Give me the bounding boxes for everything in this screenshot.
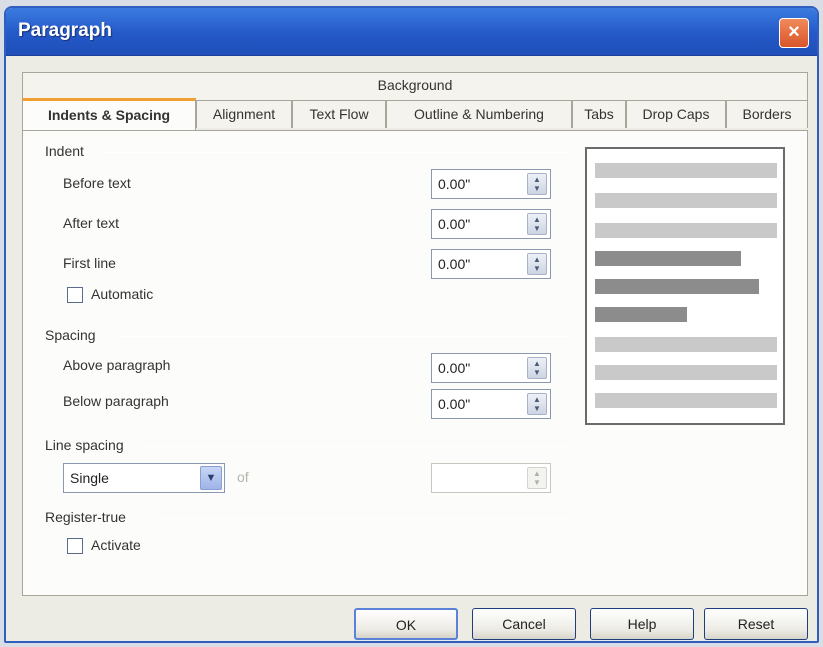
paragraph-preview xyxy=(585,147,785,425)
preview-line xyxy=(595,163,777,178)
spacing-divider xyxy=(115,336,567,337)
spacing-group-title: Spacing xyxy=(45,327,96,343)
automatic-checkbox[interactable] xyxy=(67,287,83,303)
chevron-down-icon[interactable]: ▼ xyxy=(200,466,222,490)
preview-line xyxy=(595,393,777,408)
spin-arrows-icon[interactable]: ▲ ▼ xyxy=(527,173,547,195)
preview-line xyxy=(595,193,777,208)
activate-checkbox[interactable] xyxy=(67,538,83,554)
tab-borders[interactable]: Borders xyxy=(726,100,808,128)
preview-line xyxy=(595,365,777,380)
spin-arrows-icon[interactable]: ▲ ▼ xyxy=(527,393,547,415)
register-true-divider xyxy=(159,518,567,519)
first-line-label: First line xyxy=(63,255,116,271)
before-text-stepper[interactable]: 0.00" ▲ ▼ xyxy=(431,169,551,199)
preview-line-current xyxy=(595,307,687,322)
tab-tabs[interactable]: Tabs xyxy=(572,100,626,128)
below-paragraph-label: Below paragraph xyxy=(63,393,169,409)
first-line-value: 0.00" xyxy=(438,256,471,272)
spin-arrows-icon[interactable]: ▲ ▼ xyxy=(527,467,547,489)
tab-background-label: Background xyxy=(377,77,453,93)
tab-indents-spacing[interactable]: Indents & Spacing xyxy=(22,98,196,130)
above-paragraph-stepper[interactable]: 0.00" ▲ ▼ xyxy=(431,353,551,383)
line-spacing-divider xyxy=(145,446,567,447)
automatic-label: Automatic xyxy=(91,286,154,302)
line-spacing-stepper[interactable]: ▲ ▼ xyxy=(431,463,551,493)
tab-drop-caps[interactable]: Drop Caps xyxy=(626,100,726,128)
indents-spacing-panel: Indent Before text 0.00" ▲ ▼ After text 0… xyxy=(22,130,808,596)
cancel-button[interactable]: Cancel xyxy=(472,608,576,640)
spin-arrows-icon[interactable]: ▲ ▼ xyxy=(527,253,547,275)
below-paragraph-stepper[interactable]: 0.00" ▲ ▼ xyxy=(431,389,551,419)
spin-arrows-icon[interactable]: ▲ ▼ xyxy=(527,213,547,235)
ok-button[interactable]: OK xyxy=(354,608,458,640)
after-text-stepper[interactable]: 0.00" ▲ ▼ xyxy=(431,209,551,239)
register-true-group-title: Register-true xyxy=(45,509,126,525)
title-bar: Paragraph × xyxy=(6,8,817,56)
line-spacing-value: Single xyxy=(70,470,109,486)
preview-line xyxy=(595,223,777,238)
after-text-label: After text xyxy=(63,215,120,231)
preview-line xyxy=(595,337,777,352)
before-text-value: 0.00" xyxy=(438,176,471,192)
below-paragraph-value: 0.00" xyxy=(438,396,471,412)
line-spacing-select[interactable]: Single ▼ xyxy=(63,463,225,493)
preview-line-current xyxy=(595,279,759,294)
tab-background[interactable]: Background xyxy=(22,72,808,100)
line-spacing-group-title: Line spacing xyxy=(45,437,124,453)
above-paragraph-value: 0.00" xyxy=(438,360,471,376)
indent-divider xyxy=(99,152,567,153)
above-paragraph-label: Above paragraph xyxy=(63,357,171,373)
close-icon: × xyxy=(788,21,800,43)
tab-outline-numbering[interactable]: Outline & Numbering xyxy=(386,100,572,128)
tab-alignment[interactable]: Alignment xyxy=(196,100,292,128)
first-line-stepper[interactable]: 0.00" ▲ ▼ xyxy=(431,249,551,279)
line-spacing-of-label: of xyxy=(237,469,249,485)
help-button[interactable]: Help xyxy=(590,608,694,640)
paragraph-dialog: Paragraph × Background Indents & Spacing… xyxy=(4,6,819,643)
spin-arrows-icon[interactable]: ▲ ▼ xyxy=(527,357,547,379)
indent-group-title: Indent xyxy=(45,143,84,159)
before-text-label: Before text xyxy=(63,175,131,191)
dialog-title: Paragraph xyxy=(18,20,112,41)
reset-button[interactable]: Reset xyxy=(704,608,808,640)
tab-text-flow[interactable]: Text Flow xyxy=(292,100,386,128)
after-text-value: 0.00" xyxy=(438,216,471,232)
close-button[interactable]: × xyxy=(779,18,809,48)
activate-label: Activate xyxy=(91,537,141,553)
preview-line-current xyxy=(595,251,741,266)
